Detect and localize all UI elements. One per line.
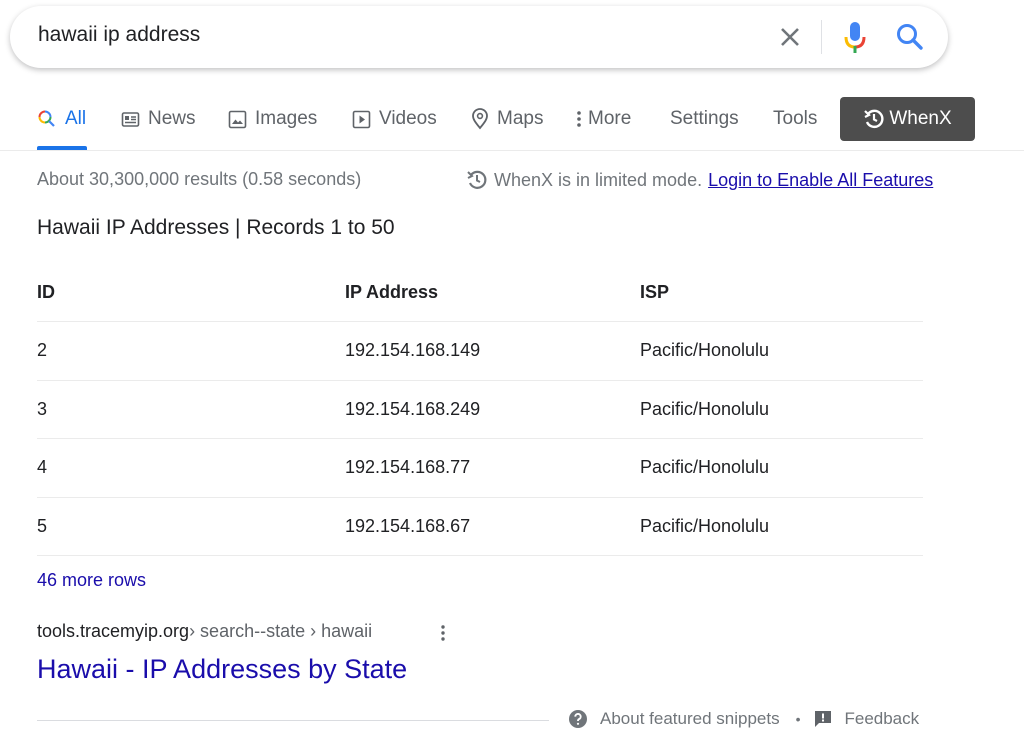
- table-row: 2 192.154.168.149 Pacific/Honolulu: [37, 322, 923, 381]
- tabs-divider: [0, 150, 1024, 151]
- search-icon: [897, 24, 923, 50]
- map-pin-icon: [472, 108, 488, 130]
- footer-divider: [37, 720, 549, 721]
- history-icon: [467, 170, 487, 189]
- column-header: ISP: [640, 282, 670, 302]
- more-vertical-icon: [577, 111, 581, 127]
- more-vertical-icon: [441, 625, 445, 641]
- result-stats: About 30,300,000 results (0.58 seconds): [37, 169, 362, 189]
- cell-isp: Pacific/Honolulu: [640, 457, 770, 478]
- tab-images[interactable]: Images: [228, 104, 317, 134]
- searchbox-divider: [821, 20, 822, 54]
- about-featured-snippets-label: About featured snippets: [600, 709, 780, 728]
- tab-label: More: [588, 108, 632, 129]
- tab-more[interactable]: More: [576, 104, 631, 134]
- help-icon: [569, 710, 587, 728]
- cell-ip: 192.154.168.67: [345, 515, 471, 536]
- cell-isp: Pacific/Honolulu: [640, 340, 770, 361]
- tab-news[interactable]: News: [121, 104, 196, 134]
- table-row: 3 192.154.168.249 Pacific/Honolulu: [37, 381, 923, 439]
- voice-search-button[interactable]: [840, 18, 870, 56]
- whenx-notice-text: WhenX is in limited mode.: [494, 169, 703, 190]
- cell-ip: 192.154.168.77: [345, 457, 471, 478]
- whenx-button[interactable]: WhenX: [840, 97, 975, 141]
- clear-search-button[interactable]: [775, 22, 805, 52]
- tab-label: Settings: [670, 108, 739, 129]
- about-featured-snippets-link[interactable]: About featured snippets: [568, 709, 780, 729]
- cell-id: 2: [37, 340, 48, 361]
- search-input[interactable]: hawaii ip address: [38, 23, 200, 47]
- feedback-link[interactable]: Feedback: [814, 709, 919, 729]
- table-row: 5 192.154.168.67 Pacific/Honolulu: [37, 498, 923, 556]
- tab-label: Tools: [773, 108, 818, 129]
- tab-maps[interactable]: Maps: [471, 104, 543, 134]
- cell-id: 4: [37, 457, 48, 478]
- feedback-icon: [815, 711, 832, 727]
- snippet-table: ID IP Address ISP 2 192.154.168.149 Paci…: [37, 264, 923, 556]
- column-header: ID: [37, 282, 55, 302]
- search-icon: [38, 110, 55, 127]
- table-row: 4 192.154.168.77 Pacific/Honolulu: [37, 439, 923, 498]
- more-rows-link[interactable]: 46 more rows: [37, 570, 146, 591]
- feedback-label: Feedback: [844, 709, 920, 728]
- history-icon: [864, 109, 884, 129]
- cell-isp: Pacific/Honolulu: [640, 398, 770, 419]
- tab-videos[interactable]: Videos: [352, 104, 437, 134]
- cell-id: 3: [37, 398, 48, 419]
- column-header: IP Address: [345, 282, 439, 302]
- tab-tools[interactable]: Tools: [773, 104, 817, 134]
- footer-separator: •: [795, 711, 801, 727]
- cell-isp: Pacific/Honolulu: [640, 515, 770, 536]
- result-title-link[interactable]: Hawaii - IP Addresses by State: [37, 654, 407, 685]
- tab-label: Videos: [379, 108, 437, 129]
- tab-label: Maps: [497, 108, 544, 129]
- search-button[interactable]: [894, 21, 926, 53]
- close-icon: [781, 28, 799, 46]
- tab-label: News: [148, 108, 196, 129]
- cell-id: 5: [37, 515, 48, 536]
- snippet-footer: About featured snippets • Feedback: [568, 709, 919, 729]
- tab-settings[interactable]: Settings: [670, 104, 739, 134]
- tab-label: All: [65, 108, 87, 129]
- tab-all[interactable]: All: [37, 104, 86, 134]
- microphone-icon: [844, 22, 866, 53]
- result-options-button[interactable]: [436, 622, 450, 644]
- image-icon: [228, 110, 247, 128]
- search-box[interactable]: hawaii ip address: [10, 6, 948, 68]
- result-path: › search--state › hawaii: [189, 621, 373, 641]
- news-icon: [121, 111, 140, 127]
- whenx-button-label: WhenX: [889, 108, 952, 129]
- whenx-login-link[interactable]: Login to Enable All Features: [708, 170, 933, 191]
- cell-ip: 192.154.168.249: [345, 398, 481, 419]
- snippet-title: Hawaii IP Addresses | Records 1 to 50: [37, 216, 395, 239]
- tab-label: Images: [255, 108, 318, 129]
- video-icon: [352, 110, 371, 128]
- cell-ip: 192.154.168.149: [345, 340, 481, 361]
- result-domain: tools.tracemyip.org: [37, 621, 190, 641]
- result-citation[interactable]: tools.tracemyip.org › search--state › ha…: [37, 621, 372, 642]
- whenx-notice: WhenX is in limited mode. Login to Enabl…: [466, 169, 933, 191]
- table-header: ID IP Address ISP: [37, 264, 923, 322]
